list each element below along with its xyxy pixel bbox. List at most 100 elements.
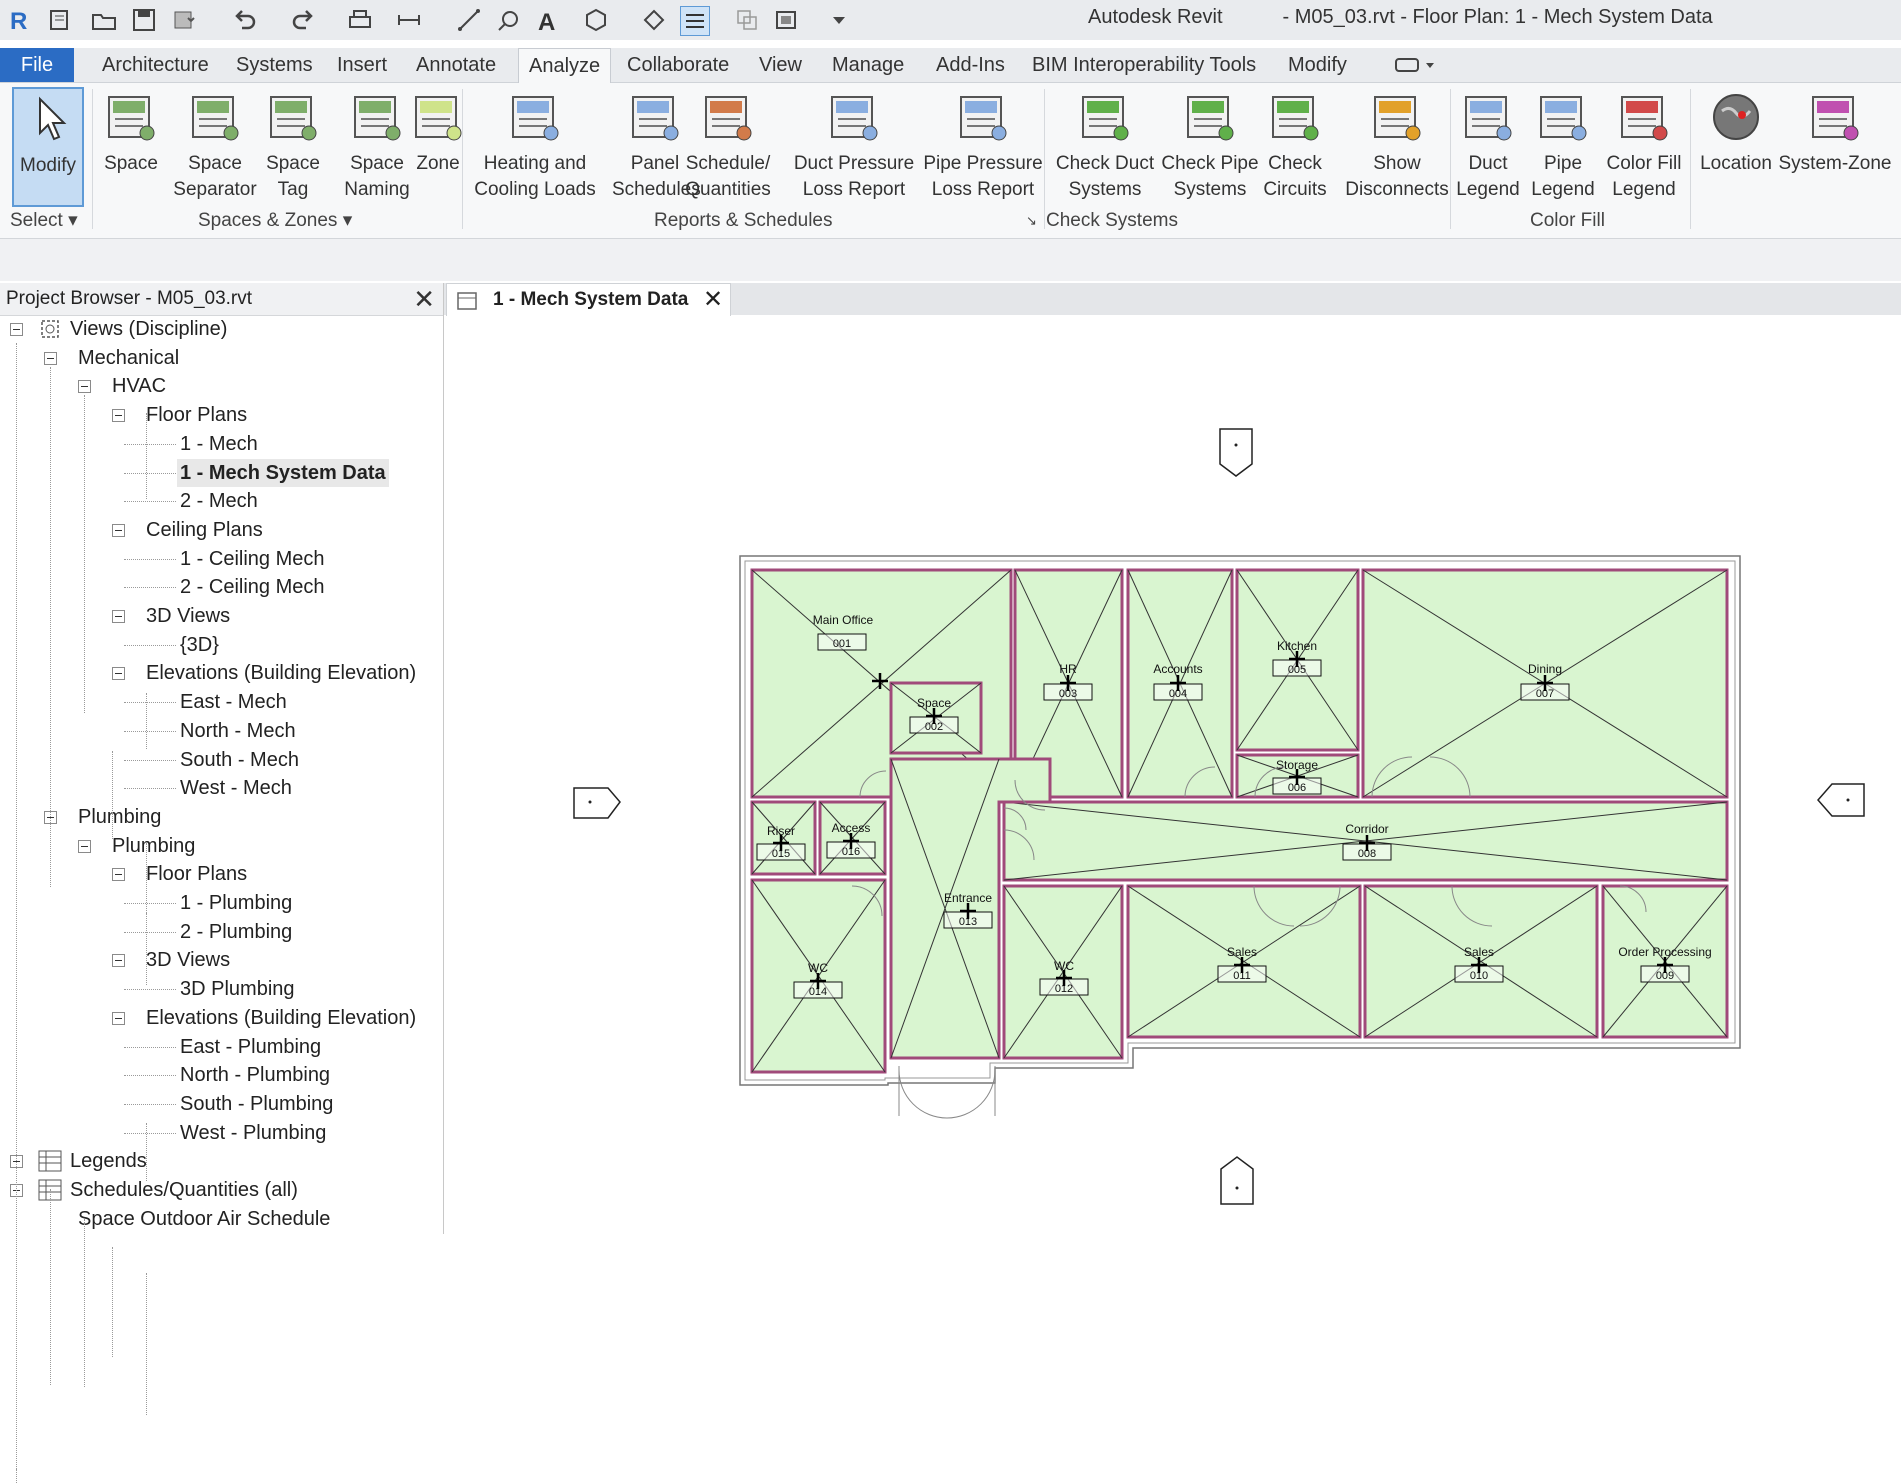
tree-item[interactable]: Plumbing [78, 803, 161, 831]
tree-item[interactable]: Mechanical [78, 344, 179, 372]
tree-item[interactable]: North - Plumbing [180, 1061, 330, 1089]
tree-item[interactable]: 3D Views [146, 946, 230, 974]
print-icon[interactable] [346, 6, 374, 34]
duct-pressure-button[interactable]: Duct Pressure Loss Report [793, 87, 915, 207]
tab-architecture[interactable]: Architecture [92, 48, 219, 82]
tree-item[interactable]: 1 - Mech System Data [177, 458, 389, 487]
room-008[interactable]: Corridor008 [1002, 800, 1729, 882]
close-icon[interactable]: ✕ [703, 284, 723, 316]
tab-collaborate[interactable]: Collaborate [617, 48, 739, 82]
tree-item[interactable]: West - Mech [180, 774, 292, 802]
tree-item[interactable]: North - Mech [180, 717, 296, 745]
tree-item[interactable]: Plumbing [112, 832, 195, 860]
room-010[interactable]: Sales010 [1363, 884, 1599, 1039]
tree-item[interactable]: South - Plumbing [180, 1090, 333, 1118]
floor-plan-drawing[interactable]: Main Office001Space002HR003Accounts004Ki… [444, 316, 1901, 1234]
tree-item[interactable]: Legends [70, 1147, 147, 1175]
tab-insert[interactable]: Insert [327, 48, 397, 82]
pipe-pressure-button[interactable]: Pipe Pressure Loss Report [918, 87, 1048, 207]
check-circuits-button[interactable]: Check Circuits [1258, 87, 1332, 207]
customize-icon[interactable] [825, 6, 853, 34]
pipe-legend-button[interactable]: Pipe Legend [1530, 87, 1596, 207]
room-007[interactable]: Dining007 [1361, 568, 1729, 799]
room-014[interactable]: WC014 [750, 878, 887, 1074]
tree-collapse-toggle[interactable] [78, 380, 91, 394]
tree-collapse-toggle[interactable] [44, 351, 57, 365]
drawing-area[interactable]: Main Office 001 Space 002 HR 003 Accounts 004 Ki… [444, 316, 1901, 1234]
system-zone-button[interactable]: System-Zone [1777, 87, 1893, 207]
tree-item[interactable]: Elevations (Building Elevation) [146, 659, 416, 687]
check-pipe-button[interactable]: Check Pipe Systems [1158, 87, 1262, 207]
space-tag-button[interactable]: Space Tag [255, 87, 331, 207]
chevron-down-icon[interactable]: ▾ [337, 210, 353, 231]
check-duct-button[interactable]: Check Duct Systems [1050, 87, 1160, 207]
south-elevation-marker[interactable] [1220, 1156, 1254, 1205]
location-button[interactable]: Location [1696, 87, 1776, 207]
room-009[interactable]: Order Processing009 [1601, 884, 1729, 1039]
zone-button[interactable]: Zone [410, 87, 466, 207]
3d-view-icon[interactable] [582, 6, 610, 34]
room-004[interactable]: Accounts004 [1126, 568, 1234, 799]
tab-manage[interactable]: Manage [822, 48, 914, 82]
open-icon[interactable] [46, 6, 74, 34]
text-icon[interactable]: A [533, 6, 561, 36]
duct-legend-button[interactable]: Duct Legend [1454, 87, 1522, 207]
tree-item[interactable]: 3D Plumbing [180, 975, 295, 1003]
tab-view[interactable]: View [749, 48, 812, 82]
tab-bim-interoperability-tools[interactable]: BIM Interoperability Tools [1022, 48, 1266, 82]
measure-icon[interactable] [395, 6, 423, 34]
space-button[interactable]: Space [96, 87, 166, 207]
thin-lines-icon[interactable] [680, 6, 710, 36]
east-elevation-marker[interactable] [1817, 783, 1865, 817]
tree-item[interactable]: Space Outdoor Air Schedule [78, 1205, 330, 1233]
heating-cooling-button[interactable]: Heating and Cooling Loads [465, 87, 605, 207]
tree-item[interactable]: Floor Plans [146, 401, 247, 429]
tree-collapse-toggle[interactable] [112, 868, 125, 882]
tree-item[interactable]: 1 - Mech [180, 430, 258, 458]
tab-add-ins[interactable]: Add-Ins [926, 48, 1015, 82]
room-011[interactable]: Sales011 [1126, 884, 1362, 1039]
tree-item[interactable]: 1 - Ceiling Mech [180, 545, 325, 573]
chevron-down-icon[interactable]: ▾ [63, 210, 78, 231]
close-hidden-icon[interactable] [733, 6, 761, 34]
tree-collapse-toggle[interactable] [112, 954, 125, 968]
tree-item[interactable]: 3D Views [146, 602, 230, 630]
tree-item[interactable]: East - Plumbing [180, 1033, 321, 1061]
tree-item[interactable]: Schedules/Quantities (all) [70, 1176, 298, 1204]
revit-logo-icon[interactable]: R [6, 6, 34, 35]
tree-item[interactable]: 2 - Plumbing [180, 918, 292, 946]
tab-annotate[interactable]: Annotate [406, 48, 506, 82]
workspace-dropdown-icon[interactable] [1390, 48, 1440, 82]
west-elevation-marker[interactable] [573, 787, 621, 819]
tree-item[interactable]: {3D} [180, 631, 219, 659]
tree-item[interactable]: 1 - Plumbing [180, 889, 292, 917]
close-icon[interactable]: ✕ [413, 283, 435, 315]
tree-collapse-toggle[interactable] [112, 610, 125, 623]
undo-icon[interactable] [230, 6, 258, 34]
schedule-quantities-button[interactable]: Schedule/Quantities [684, 87, 772, 207]
section-icon[interactable] [640, 6, 668, 34]
tag-icon[interactable] [495, 6, 523, 34]
tree-item[interactable]: Ceiling Plans [146, 516, 263, 544]
room-015[interactable]: Riser015 [750, 800, 817, 876]
tree-item[interactable]: 2 - Ceiling Mech [180, 573, 325, 601]
tab-modify[interactable]: Modify [1278, 48, 1357, 82]
color-fill-legend-button[interactable]: Color Fill Legend [1598, 87, 1690, 207]
tree-item[interactable]: HVAC [112, 372, 166, 400]
tab-file[interactable]: File [0, 48, 74, 82]
tree-collapse-toggle[interactable] [78, 839, 91, 853]
tree-collapse-toggle[interactable] [10, 323, 23, 336]
tree-collapse-toggle[interactable] [112, 409, 125, 423]
show-disconnects-button[interactable]: Show Disconnects [1338, 87, 1456, 207]
space-separator-button[interactable]: Space Separator [172, 87, 258, 207]
panel-spaces-zones[interactable]: Spaces & Zones ▾ [198, 207, 352, 235]
tree-item[interactable]: 2 - Mech [180, 487, 258, 515]
room-005[interactable]: Kitchen005 [1235, 568, 1360, 752]
dimension-icon[interactable] [455, 6, 483, 34]
modify-button[interactable]: Modify [12, 87, 84, 207]
sync-icon[interactable] [170, 6, 198, 34]
switch-windows-icon[interactable] [773, 6, 801, 34]
tree-collapse-toggle[interactable] [112, 667, 125, 681]
tree-item[interactable]: Floor Plans [146, 860, 247, 888]
tab-1-mech-system-data[interactable]: 1 - Mech System Data ✕ [446, 283, 731, 316]
